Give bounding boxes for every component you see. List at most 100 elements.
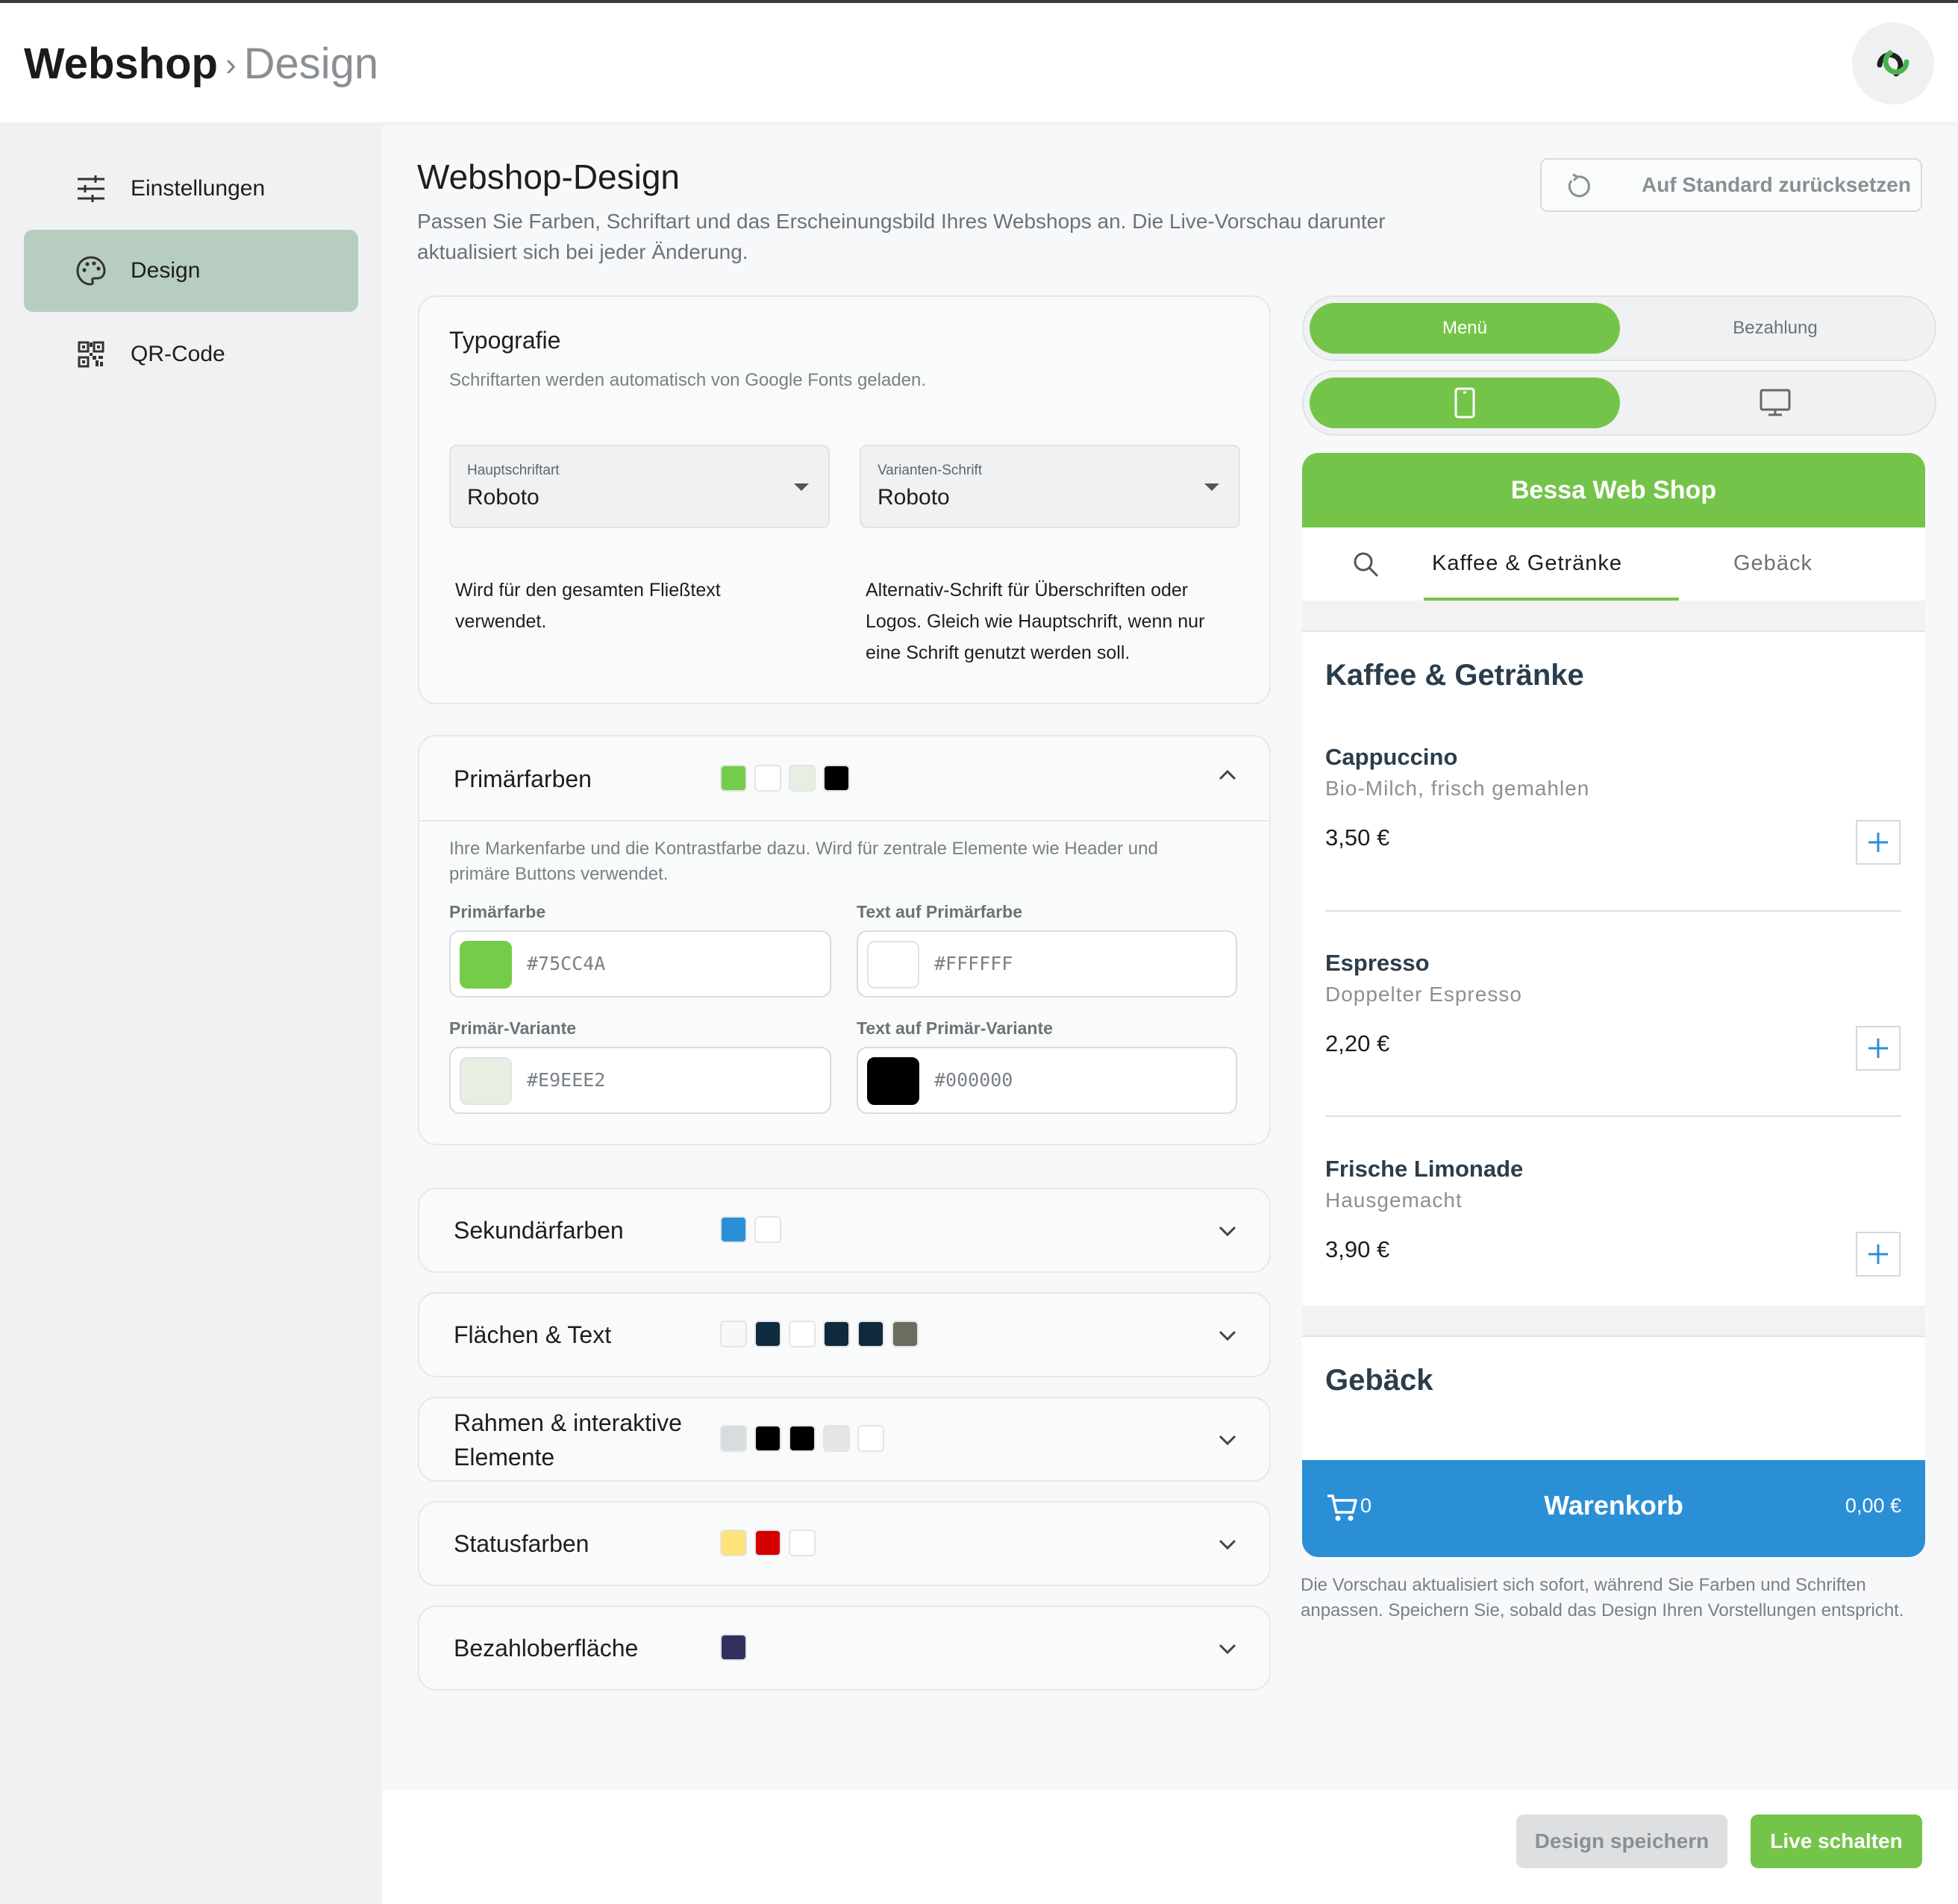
tab-payment[interactable]: Bezahlung bbox=[1620, 303, 1930, 354]
section-title: Rahmen & interaktive Elemente bbox=[454, 1409, 682, 1471]
accordion-borders-interactive[interactable]: Rahmen & interaktive Elemente bbox=[418, 1397, 1271, 1482]
chevron-down-icon[interactable] bbox=[1216, 1328, 1239, 1343]
section-title: Sekundärfarben bbox=[454, 1217, 624, 1244]
field-label: Primär-Variante bbox=[449, 1018, 577, 1038]
breadcrumb-app[interactable]: Webshop bbox=[24, 40, 218, 88]
sidebar-item-einstellungen[interactable]: Einstellungen bbox=[24, 148, 358, 230]
typography-subtitle: Schriftarten werden automatisch von Goog… bbox=[449, 370, 927, 390]
preview-note: Die Vorschau aktualisiert sich sofort, w… bbox=[1301, 1575, 1904, 1620]
field-label: Text auf Primär-Variante bbox=[857, 1018, 1053, 1038]
main-font-caption: Hauptschriftart bbox=[467, 463, 560, 478]
chevron-up-icon[interactable] bbox=[1216, 768, 1239, 783]
sliders-icon bbox=[75, 172, 107, 205]
cart-total: 0,00 € bbox=[1845, 1494, 1901, 1517]
section-swatches bbox=[720, 1216, 781, 1243]
color-picker-chip[interactable] bbox=[460, 1057, 512, 1105]
section-swatches bbox=[720, 1529, 816, 1556]
chevron-down-icon[interactable] bbox=[1216, 1432, 1239, 1447]
item-description: Bio-Milch, frisch gemahlen bbox=[1325, 777, 1590, 800]
color-swatch bbox=[823, 765, 850, 792]
category-tabs: Kaffee & Getränke Gebäck bbox=[1302, 527, 1925, 601]
preview-mode-toggle: Menü Bezahlung bbox=[1302, 295, 1936, 361]
item-description: Doppelter Espresso bbox=[1325, 983, 1522, 1006]
mobile-view-button[interactable] bbox=[1310, 378, 1620, 428]
primary-variant-field[interactable]: #E9EEE2 bbox=[449, 1047, 831, 1114]
color-swatch bbox=[892, 1321, 919, 1347]
reset-button-label: Auf Standard zurücksetzen bbox=[1642, 173, 1911, 196]
shop-header: Bessa Web Shop bbox=[1302, 453, 1925, 527]
color-swatch bbox=[823, 1425, 850, 1452]
hex-value: #000000 bbox=[934, 1069, 1013, 1091]
add-item-button[interactable] bbox=[1856, 1232, 1901, 1277]
category-tab-active[interactable]: Kaffee & Getränke bbox=[1432, 551, 1622, 576]
sidebar: Einstellungen Design QR-Code bbox=[0, 122, 382, 1904]
variant-font-help: Alternativ-Schrift für Überschriften ode… bbox=[866, 580, 1205, 663]
save-design-button[interactable]: Design speichern bbox=[1516, 1814, 1727, 1868]
hex-value: #E9EEE2 bbox=[527, 1069, 606, 1091]
page-description: Passen Sie Farben, Schriftart und das Er… bbox=[417, 210, 1386, 263]
variant-font-value: Roboto bbox=[878, 485, 950, 510]
breadcrumb-current: Design bbox=[243, 40, 379, 88]
search-icon[interactable] bbox=[1351, 550, 1381, 580]
chevron-down-icon[interactable] bbox=[1216, 1641, 1239, 1656]
field-label: Primärfarbe bbox=[449, 902, 546, 921]
category-tab[interactable]: Gebäck bbox=[1733, 551, 1812, 576]
section-title: Flächen & Text bbox=[454, 1321, 612, 1348]
breadcrumb: Webshop › Design bbox=[24, 34, 378, 98]
sidebar-item-label: Design bbox=[131, 258, 201, 283]
chevron-down-icon[interactable] bbox=[1216, 1537, 1239, 1552]
typography-card: Typografie Schriftarten werden automatis… bbox=[418, 295, 1271, 704]
section-divider bbox=[419, 820, 1269, 821]
dropdown-arrow-icon bbox=[1204, 483, 1219, 491]
item-name: Cappuccino bbox=[1325, 744, 1458, 770]
main-font-help: Wird für den gesamten Fließtext verwende… bbox=[455, 580, 721, 632]
item-divider bbox=[1325, 910, 1901, 912]
chevron-down-icon[interactable] bbox=[1216, 1224, 1239, 1238]
account-avatar-button[interactable] bbox=[1852, 22, 1934, 104]
reset-to-default-button[interactable]: Auf Standard zurücksetzen bbox=[1540, 158, 1922, 212]
color-swatch bbox=[720, 1321, 747, 1347]
color-swatch bbox=[754, 1425, 781, 1452]
cart-bar[interactable]: 0 Warenkorb 0,00 € bbox=[1302, 1460, 1925, 1557]
primary-colors-header[interactable]: Primärfarben bbox=[419, 736, 1269, 820]
primary-colors-description: Ihre Markenfarbe und die Kontrastfarbe d… bbox=[449, 839, 1158, 884]
sidebar-item-qr-code[interactable]: QR-Code bbox=[24, 313, 358, 395]
sidebar-item-label: QR-Code bbox=[131, 342, 225, 366]
text-on-primary-field[interactable]: #FFFFFF bbox=[857, 930, 1237, 998]
add-item-button[interactable] bbox=[1856, 820, 1901, 865]
page-title: Webshop-Design bbox=[417, 157, 681, 196]
cart-label: Warenkorb bbox=[1544, 1490, 1683, 1521]
text-on-primary-variant-field[interactable]: #000000 bbox=[857, 1047, 1237, 1114]
color-picker-chip[interactable] bbox=[867, 1057, 919, 1105]
publish-button[interactable]: Live schalten bbox=[1751, 1814, 1922, 1868]
hex-value: #FFFFFF bbox=[934, 953, 1013, 974]
item-divider bbox=[1325, 1115, 1901, 1117]
tab-menu[interactable]: Menü bbox=[1310, 303, 1620, 354]
sidebar-item-design[interactable]: Design bbox=[24, 230, 358, 312]
primary-swatches bbox=[720, 765, 850, 792]
primary-colors-section: Primärfarben Ihre Markenfarbe und die Ko… bbox=[418, 735, 1271, 1145]
accordion-status-colors[interactable]: Statusfarben bbox=[418, 1501, 1271, 1586]
field-label: Text auf Primärfarbe bbox=[857, 902, 1022, 921]
color-picker-chip[interactable] bbox=[867, 941, 919, 989]
color-swatch bbox=[857, 1321, 884, 1347]
phone-icon bbox=[1454, 387, 1475, 419]
color-picker-chip[interactable] bbox=[460, 941, 512, 989]
brand-logo-icon bbox=[1877, 50, 1909, 77]
accordion-payment-surface[interactable]: Bezahloberfläche bbox=[418, 1606, 1271, 1691]
main-font-select[interactable]: Hauptschriftart Roboto bbox=[449, 445, 830, 528]
color-swatch bbox=[720, 1216, 747, 1243]
primary-color-field[interactable]: #75CC4A bbox=[449, 930, 831, 998]
desktop-view-button[interactable] bbox=[1620, 378, 1930, 428]
variant-font-select[interactable]: Varianten-Schrift Roboto bbox=[860, 445, 1240, 528]
section-swatches bbox=[720, 1425, 884, 1452]
accordion-surfaces-text[interactable]: Flächen & Text bbox=[418, 1292, 1271, 1377]
reset-icon bbox=[1566, 173, 1592, 200]
item-description: Hausgemacht bbox=[1325, 1189, 1463, 1212]
color-swatch bbox=[720, 1529, 747, 1556]
accordion-secondary-colors[interactable]: Sekundärfarben bbox=[418, 1188, 1271, 1273]
hex-value: #75CC4A bbox=[527, 953, 606, 974]
add-item-button[interactable] bbox=[1856, 1026, 1901, 1071]
variant-font-caption: Varianten-Schrift bbox=[878, 463, 983, 478]
plus-icon bbox=[1868, 1244, 1888, 1264]
